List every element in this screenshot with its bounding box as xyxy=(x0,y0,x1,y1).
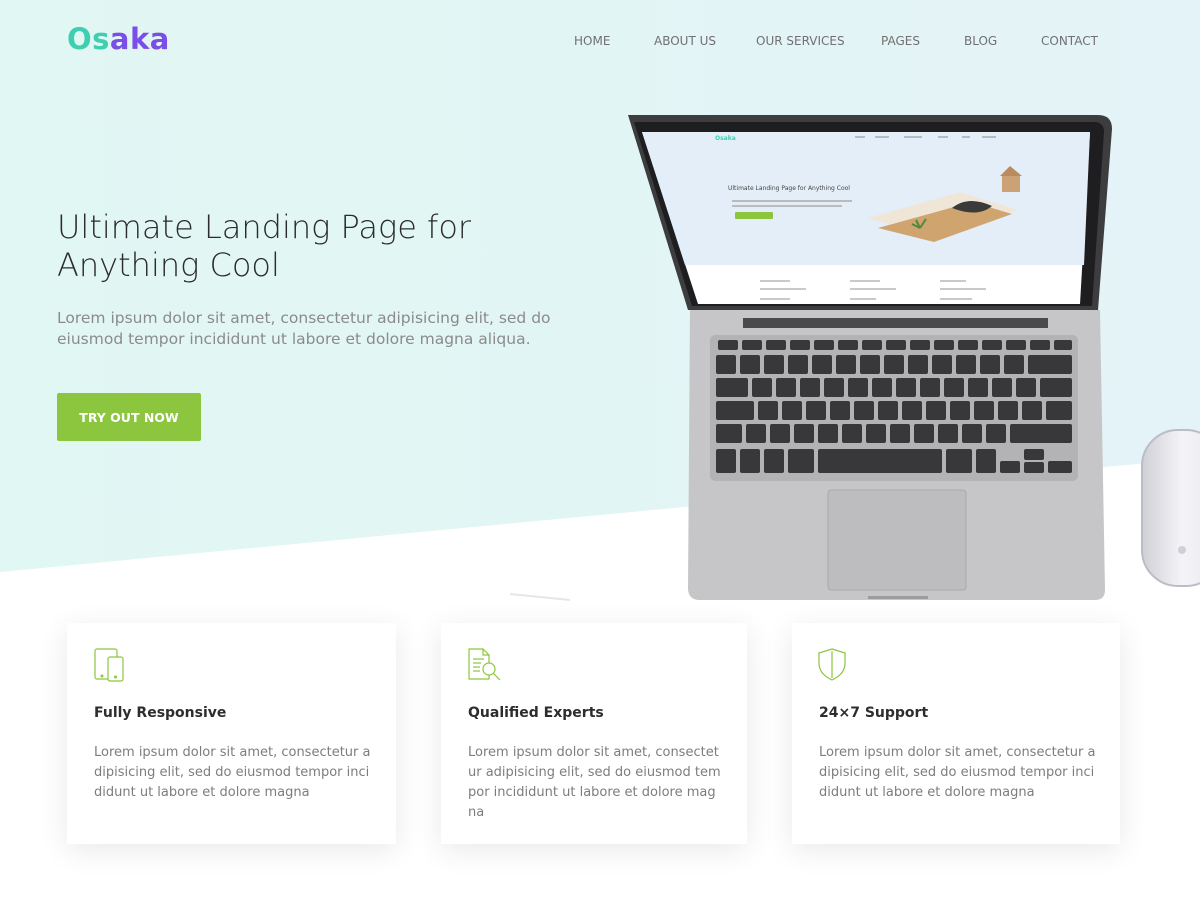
laptop-image: Osaka Ultimate Landing Page for Anything… xyxy=(628,115,1112,600)
feature-text: Lorem ipsum dolor sit amet, consectetur … xyxy=(468,745,721,820)
hero-title: Ultimate Landing Page for Anything Cool xyxy=(57,208,472,284)
nav-pages[interactable]: PAGES xyxy=(881,34,920,48)
responsive-devices-icon xyxy=(94,648,124,682)
screen-logo: Osaka xyxy=(715,135,736,142)
screen-heading: Ultimate Landing Page for Anything Cool xyxy=(728,185,850,192)
nav-home[interactable]: HOME xyxy=(574,34,610,48)
nav-blog[interactable]: BLOG xyxy=(964,34,997,48)
try-out-now-button[interactable]: TRY OUT NOW xyxy=(57,393,201,441)
nav-contact[interactable]: CONTACT xyxy=(1041,34,1098,48)
feature-title: Qualified Experts xyxy=(468,705,604,721)
site-header: Osaka HOME ABOUT US OUR SERVICES PAGES B… xyxy=(0,0,1200,84)
feature-card-support: 24×7 Support Lorem ipsum dolor sit amet,… xyxy=(792,623,1120,844)
feature-card-responsive: Fully Responsive Lorem ipsum dolor sit a… xyxy=(67,623,396,844)
nav-our-services[interactable]: OUR SERVICES xyxy=(756,34,845,48)
nav-about-us[interactable]: ABOUT US xyxy=(654,34,716,48)
feature-text: Lorem ipsum dolor sit amet, consectetur … xyxy=(94,745,371,800)
feature-text: Lorem ipsum dolor sit amet, consectetur … xyxy=(819,745,1096,800)
feature-card-experts: Qualified Experts Lorem ipsum dolor sit … xyxy=(441,623,747,844)
hero-description: Lorem ipsum dolor sit amet, consectetur … xyxy=(57,309,551,348)
feature-title: Fully Responsive xyxy=(94,705,227,721)
feature-title: 24×7 Support xyxy=(819,705,929,721)
main-nav: HOME ABOUT US OUR SERVICES PAGES BLOG CO… xyxy=(0,34,1200,54)
document-search-icon xyxy=(468,648,501,681)
mouse-image xyxy=(1141,429,1200,587)
shield-icon xyxy=(818,648,846,681)
